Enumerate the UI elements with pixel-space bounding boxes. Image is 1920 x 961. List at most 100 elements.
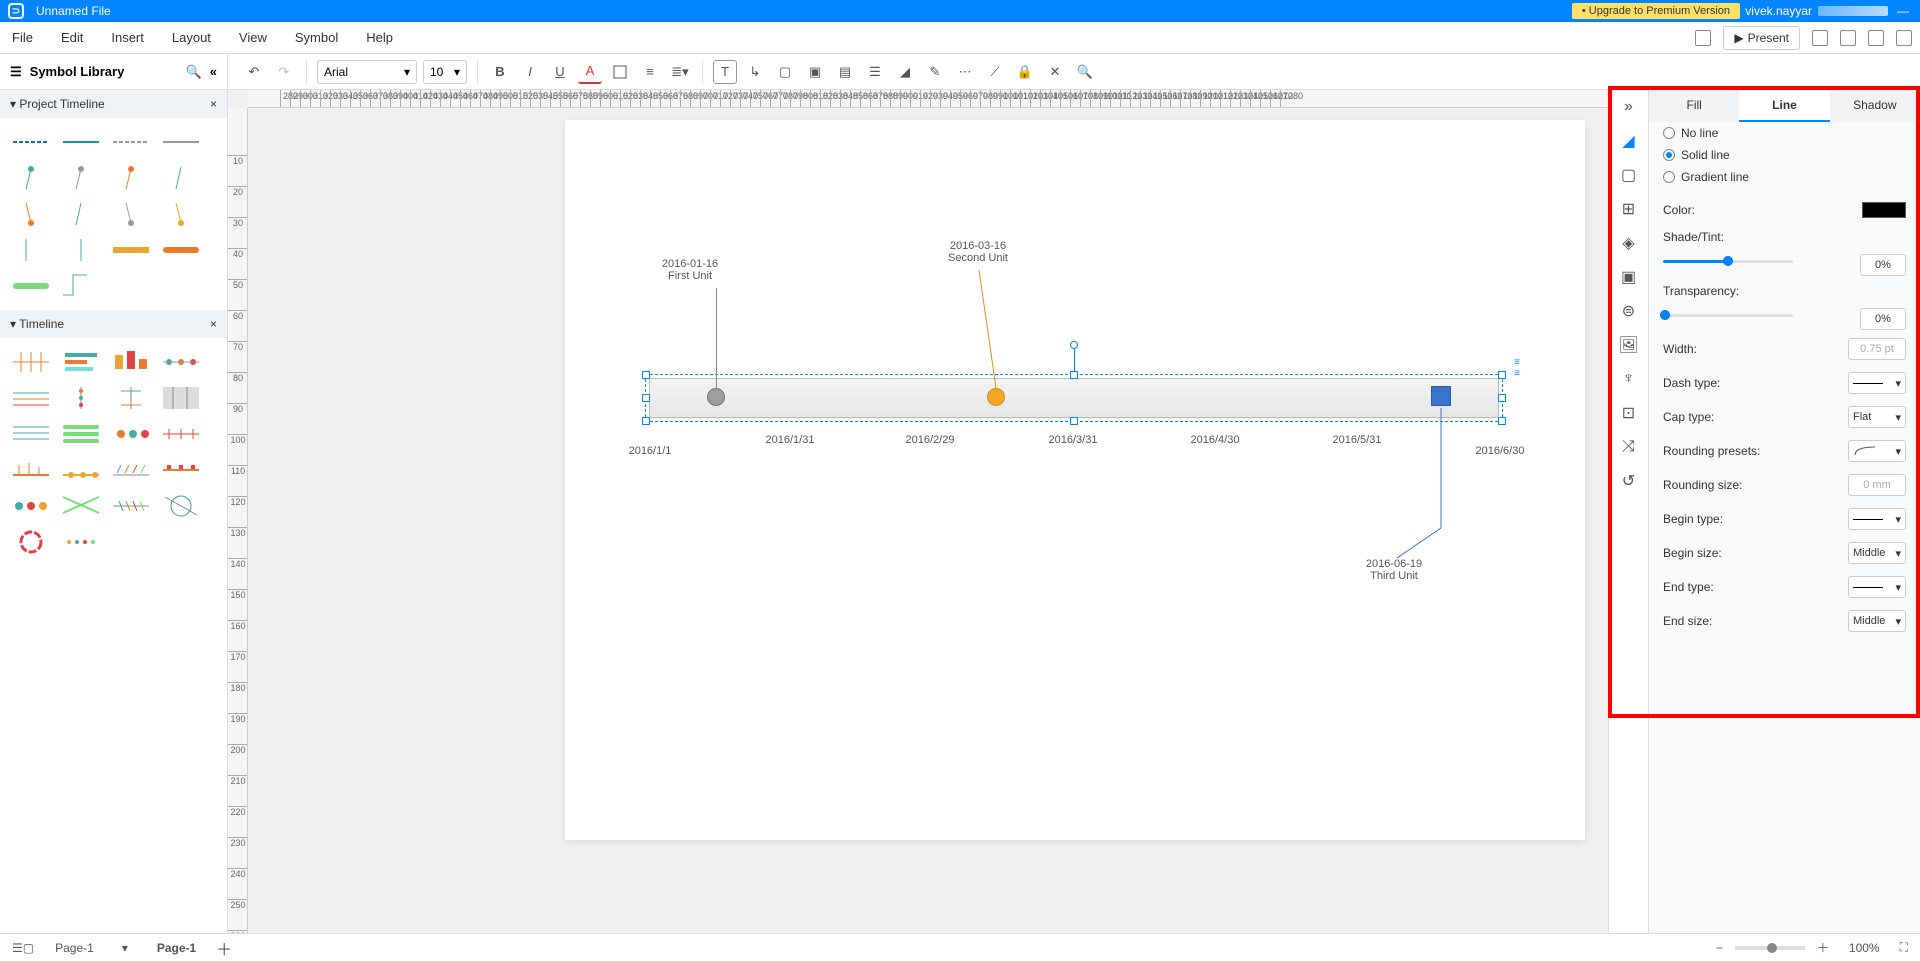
zoom-slider[interactable] <box>1735 946 1805 950</box>
end-size-select[interactable]: Middle▾ <box>1848 610 1906 632</box>
menu-view[interactable]: View <box>239 30 267 45</box>
image-tab[interactable]: 🖼 <box>1618 334 1640 356</box>
user-section[interactable]: vivek.nayyar — <box>1745 4 1912 18</box>
shape-bar-1[interactable] <box>110 236 152 264</box>
shape-marker-1[interactable] <box>10 164 52 192</box>
round-size-input[interactable]: 0 mm <box>1848 474 1906 496</box>
page-tab[interactable]: Page-1 <box>149 937 204 959</box>
shape-tl-6[interactable] <box>60 384 102 412</box>
shape-marker-3[interactable] <box>110 164 152 192</box>
menu-layout[interactable]: Layout <box>172 30 211 45</box>
data-tab[interactable]: ⊜ <box>1618 300 1640 322</box>
tab-shadow[interactable]: Shadow <box>1830 90 1920 122</box>
shape-bar-2[interactable] <box>160 236 202 264</box>
shape-timeline-2[interactable] <box>60 128 102 156</box>
shape2-button[interactable]: ▣ <box>803 60 827 84</box>
width-input[interactable]: 0.75 pt <box>1848 338 1906 360</box>
shape-tl-1[interactable] <box>10 348 52 376</box>
style-tab[interactable]: ◢ <box>1618 130 1640 152</box>
menu-symbol[interactable]: Symbol <box>295 30 338 45</box>
event-node-2[interactable] <box>987 388 1005 406</box>
shape-tl-19[interactable] <box>110 492 152 520</box>
cap-select[interactable]: Flat▾ <box>1848 406 1906 428</box>
tree-tab[interactable]: ♆ <box>1618 368 1640 390</box>
redo-button[interactable]: ↷ <box>272 60 296 84</box>
begin-size-select[interactable]: Middle▾ <box>1848 542 1906 564</box>
shade-value[interactable]: 0% <box>1860 254 1906 276</box>
event-node-1[interactable] <box>707 388 725 406</box>
distribute-button[interactable]: ☰ <box>863 60 887 84</box>
font-select[interactable]: Arial▾ <box>317 60 417 84</box>
tab-fill[interactable]: Fill <box>1649 90 1739 122</box>
shape-tl-13[interactable] <box>10 456 52 484</box>
menu-insert[interactable]: Insert <box>111 30 144 45</box>
close-icon[interactable]: × <box>210 97 217 111</box>
shape-tl-3[interactable] <box>110 348 152 376</box>
event-callout-1[interactable]: 2016-01-16 First Unit <box>650 258 730 282</box>
event-node-3[interactable] <box>1431 386 1451 406</box>
minimize-icon[interactable]: — <box>1894 4 1912 18</box>
shape-connector-1[interactable] <box>60 272 102 300</box>
end-type-select[interactable]: ▾ <box>1848 576 1906 598</box>
fullscreen-button[interactable]: ⛶ <box>1900 940 1908 955</box>
close-icon[interactable]: × <box>210 317 217 331</box>
line-option-gradient[interactable]: Gradient line <box>1649 166 1920 188</box>
bold-button[interactable]: B <box>488 60 512 84</box>
shape-marker-2[interactable] <box>60 164 102 192</box>
shape-marker-4[interactable] <box>160 164 202 192</box>
shape-tl-14[interactable] <box>60 456 102 484</box>
share-icon[interactable] <box>1896 30 1912 46</box>
transparency-value[interactable]: 0% <box>1860 308 1906 330</box>
highlight-button[interactable] <box>608 60 632 84</box>
shape-tl-11[interactable] <box>110 420 152 448</box>
begin-type-select[interactable]: ▾ <box>1848 508 1906 530</box>
shape-tl-10[interactable] <box>60 420 102 448</box>
shape-tl-5[interactable] <box>10 384 52 412</box>
download-icon[interactable] <box>1840 30 1856 46</box>
menu-edit[interactable]: Edit <box>61 30 83 45</box>
shape1-button[interactable]: ▢ <box>773 60 797 84</box>
shape-tl-9[interactable] <box>10 420 52 448</box>
search-button[interactable]: 🔍 <box>1073 60 1097 84</box>
line-spacing-button[interactable]: ≣▾ <box>668 60 692 84</box>
text-color-button[interactable]: A <box>578 60 602 84</box>
menu-file[interactable]: File <box>12 30 33 45</box>
shape-timeline-1[interactable] <box>10 128 52 156</box>
line-option-none[interactable]: No line <box>1649 122 1920 144</box>
category-timeline[interactable]: ▾ Timeline × <box>0 310 227 338</box>
dash-select[interactable]: ▾ <box>1848 372 1906 394</box>
shape-tl-18[interactable] <box>60 492 102 520</box>
round-preset-select[interactable]: ▾ <box>1848 440 1906 462</box>
shape-tl-2[interactable] <box>60 348 102 376</box>
transparency-slider[interactable] <box>1663 314 1793 317</box>
zoom-in-button[interactable]: ＋ <box>1817 939 1829 956</box>
shape-timeline-4[interactable] <box>160 128 202 156</box>
print-icon[interactable] <box>1868 30 1884 46</box>
save-icon[interactable] <box>1812 30 1828 46</box>
history-tab[interactable]: ↺ <box>1618 470 1640 492</box>
shuffle-tab[interactable]: ⤨ <box>1618 436 1640 458</box>
connector-button[interactable]: ↳ <box>743 60 767 84</box>
shape-tl-4[interactable] <box>160 348 202 376</box>
event-callout-2[interactable]: 2016-03-16 Second Unit <box>923 240 1033 264</box>
shape-tl-20[interactable] <box>160 492 202 520</box>
tools-button[interactable]: ✕ <box>1043 60 1067 84</box>
add-page-button[interactable]: ＋ <box>216 936 232 960</box>
layers-tab[interactable]: ◈ <box>1618 232 1640 254</box>
page-canvas[interactable]: ≡≡ 2016/1/1 2016/1/31 2016/2/29 2016/3/3… <box>565 120 1585 840</box>
lock-button[interactable]: 🔒 <box>1013 60 1037 84</box>
line-style-button[interactable]: ⋯ <box>953 60 977 84</box>
zoom-value[interactable]: 100% <box>1849 941 1880 955</box>
grid-tab[interactable]: ⊞ <box>1618 198 1640 220</box>
page-tab[interactable]: ▢ <box>1618 164 1640 186</box>
undo-button[interactable]: ↶ <box>242 60 266 84</box>
shape-marker-6[interactable] <box>60 200 102 228</box>
shape-tl-21[interactable] <box>10 528 52 556</box>
underline-button[interactable]: U <box>548 60 572 84</box>
shape-tl-12[interactable] <box>160 420 202 448</box>
shape-tl-16[interactable] <box>160 456 202 484</box>
present-button[interactable]: ▶ Present <box>1723 26 1800 50</box>
shade-slider[interactable] <box>1663 260 1793 263</box>
event-callout-3[interactable]: 2016-06-19 Third Unit <box>1339 558 1449 582</box>
category-project-timeline[interactable]: ▾ Project Timeline × <box>0 90 227 118</box>
